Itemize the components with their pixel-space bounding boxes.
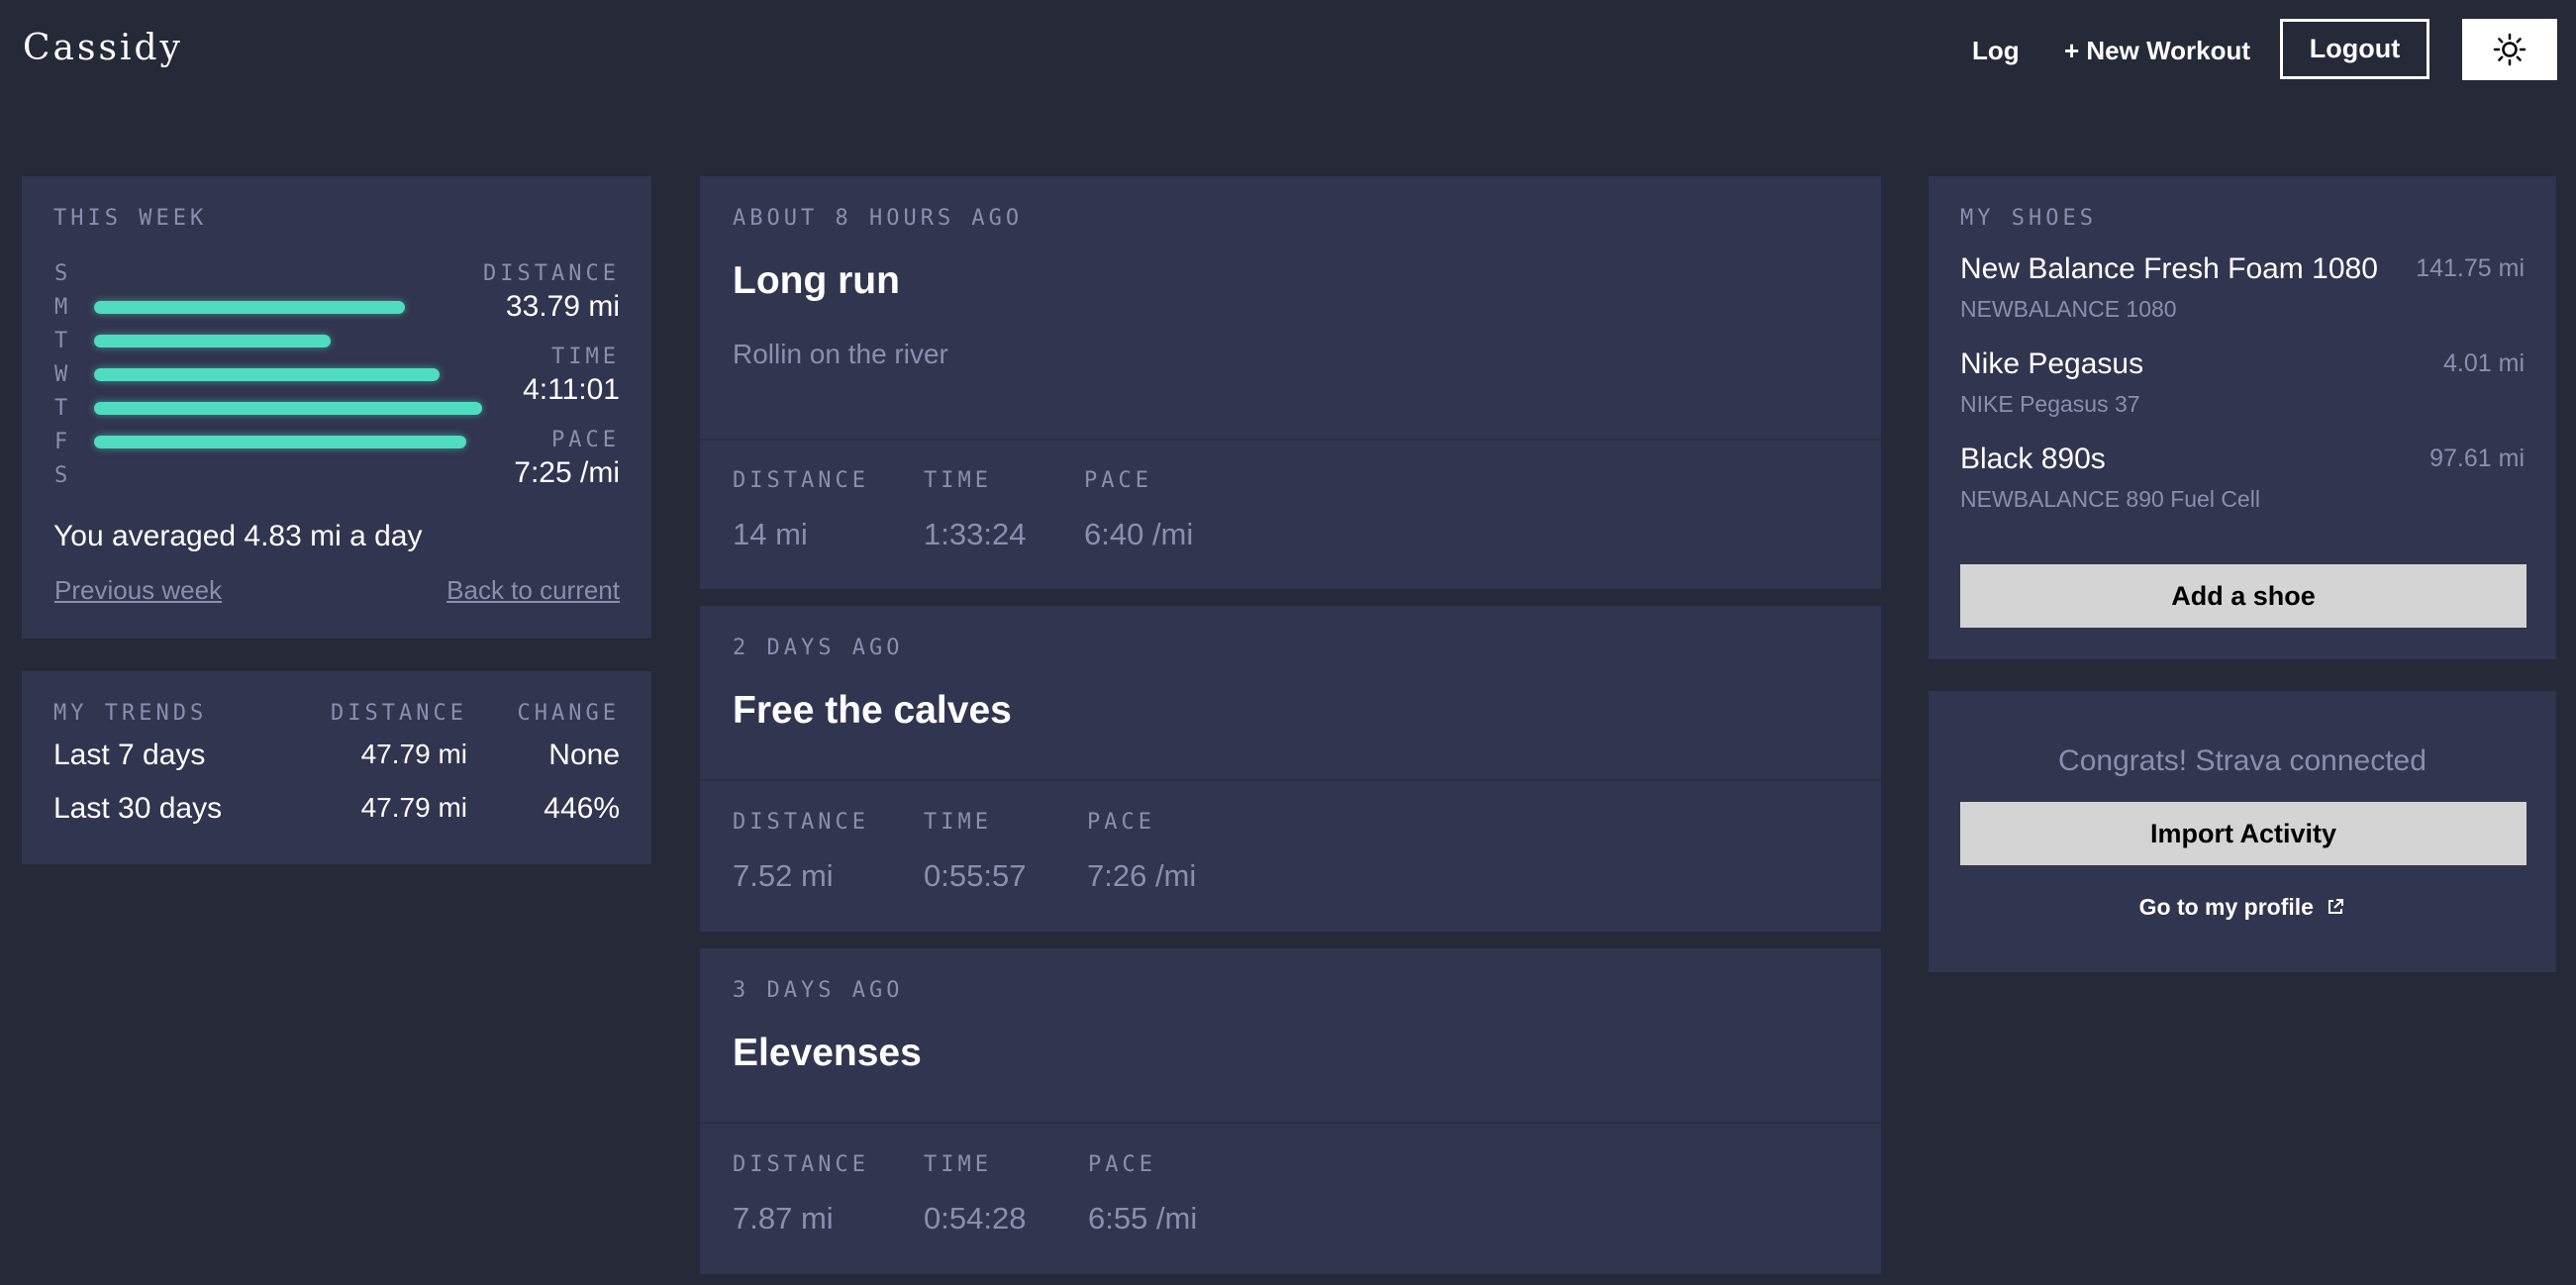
trends-title: MY TRENDS — [53, 701, 208, 726]
workout-pace-label: PACE — [1084, 468, 1152, 493]
profile-link-label: Go to my profile — [2138, 894, 2314, 920]
workout-distance-label: DISTANCE — [733, 468, 869, 493]
external-link-icon — [2328, 899, 2344, 914]
workout-distance-value: 7.87 mi — [733, 1201, 834, 1236]
trend-distance: 47.79 mi — [360, 792, 467, 823]
theme-toggle-button[interactable] — [2462, 19, 2557, 80]
weekday-distance-bar — [94, 402, 482, 415]
shoe-model: NIKE Pegasus 37 — [1960, 391, 2140, 417]
weekday-letter: S — [54, 463, 68, 488]
trends-panel: MY TRENDS DISTANCE CHANGE Last 7 days 47… — [22, 671, 651, 864]
shoe-model: NEWBALANCE 890 Fuel Cell — [1960, 486, 2260, 512]
workout-title[interactable]: Elevenses — [733, 1032, 922, 1075]
weekday-distance-bar — [94, 436, 466, 448]
workout-divider — [700, 1122, 1881, 1124]
shoe-miles: 141.75 mi — [2416, 254, 2525, 282]
workout-time-value: 1:33:24 — [924, 517, 1027, 551]
workout-title[interactable]: Long run — [733, 259, 900, 303]
shoe-model: NEWBALANCE 1080 — [1960, 296, 2177, 322]
week-time-label: TIME — [551, 345, 620, 369]
workout-time-label: TIME — [924, 1152, 992, 1177]
weekday-letter: M — [54, 295, 68, 320]
workout-pace-value: 6:40 /mi — [1084, 517, 1194, 551]
shoes-panel: MY SHOES New Balance Fresh Foam 1080 141… — [1929, 176, 2556, 659]
import-activity-button[interactable]: Import Activity — [1960, 802, 2526, 865]
trend-name: Last 30 days — [53, 792, 223, 825]
workout-title[interactable]: Free the calves — [733, 689, 1012, 733]
profile-link[interactable]: Go to my profile — [1929, 894, 2556, 921]
workout-pace-value: 6:55 /mi — [1088, 1201, 1198, 1236]
workout-divider — [700, 439, 1881, 441]
workout-time-value: 0:55:57 — [924, 858, 1027, 893]
workout-time-value: 0:54:28 — [924, 1201, 1027, 1236]
workout-card[interactable]: 2 DAYS AGO Free the calves DISTANCE TIME… — [700, 606, 1881, 932]
shoe-name[interactable]: New Balance Fresh Foam 1080 — [1960, 252, 2378, 286]
workout-distance-value: 7.52 mi — [733, 858, 834, 893]
workout-distance-label: DISTANCE — [733, 1152, 869, 1177]
add-shoe-button[interactable]: Add a shoe — [1960, 564, 2526, 628]
this-week-title: THIS WEEK — [53, 206, 208, 231]
previous-week-link[interactable]: Previous week — [54, 575, 222, 606]
shoe-miles: 97.61 mi — [2429, 445, 2525, 472]
week-average-text: You averaged 4.83 mi a day — [53, 520, 423, 552]
workout-time-label: TIME — [924, 810, 992, 835]
logout-button[interactable]: Logout — [2280, 19, 2429, 79]
new-workout-link[interactable]: + New Workout — [2064, 36, 2250, 66]
workout-time-ago: 2 DAYS AGO — [733, 636, 904, 660]
weekday-letter: W — [54, 362, 68, 387]
log-link[interactable]: Log — [1972, 36, 2020, 66]
trends-change-label: CHANGE — [517, 701, 620, 726]
week-pace-value: 7:25 /mi — [514, 456, 620, 489]
workout-pace-value: 7:26 /mi — [1087, 858, 1197, 893]
this-week-panel: THIS WEEK SMTWTFS DISTANCE 33.79 mi TIME… — [22, 176, 651, 639]
shoe-miles: 4.01 mi — [2443, 349, 2525, 377]
workout-description: Rollin on the river — [733, 339, 948, 369]
workout-pace-label: PACE — [1088, 1152, 1156, 1177]
workout-time-label: TIME — [924, 468, 992, 493]
workout-distance-label: DISTANCE — [733, 810, 869, 835]
workout-divider — [700, 779, 1881, 781]
week-distance-value: 33.79 mi — [505, 290, 620, 323]
workout-time-ago: 3 DAYS AGO — [733, 978, 904, 1003]
shoe-name[interactable]: Black 890s — [1960, 443, 2106, 476]
workout-time-ago: ABOUT 8 HOURS AGO — [733, 206, 1024, 231]
trends-distance-label: DISTANCE — [331, 701, 467, 726]
trend-name: Last 7 days — [53, 739, 206, 771]
sun-icon — [2493, 33, 2526, 66]
strava-panel: Congrats! Strava connected Import Activi… — [1929, 691, 2556, 972]
back-to-current-link[interactable]: Back to current — [446, 575, 620, 606]
strava-connected-message: Congrats! Strava connected — [2058, 744, 2427, 777]
workout-card[interactable]: ABOUT 8 HOURS AGO Long run Rollin on the… — [700, 176, 1881, 589]
trend-change: None — [548, 739, 620, 771]
weekday-distance-bar — [94, 368, 440, 381]
shoe-name[interactable]: Nike Pegasus — [1960, 347, 2143, 381]
trend-change: 446% — [544, 792, 620, 825]
weekday-letter: T — [54, 329, 68, 353]
trend-distance: 47.79 mi — [360, 739, 467, 769]
workout-card[interactable]: 3 DAYS AGO Elevenses DISTANCE TIME PACE … — [700, 948, 1881, 1274]
workout-distance-value: 14 mi — [733, 517, 808, 551]
weekday-letter: S — [54, 261, 68, 286]
week-distance-label: DISTANCE — [483, 261, 620, 286]
workout-pace-label: PACE — [1087, 810, 1155, 835]
shoes-title: MY SHOES — [1960, 206, 2097, 231]
weekday-distance-bar — [94, 335, 331, 347]
week-time-value: 4:11:01 — [523, 373, 620, 406]
week-pace-label: PACE — [551, 428, 620, 452]
logo[interactable]: Cassidy — [23, 28, 183, 68]
weekday-letter: T — [54, 396, 68, 421]
weekday-distance-bar — [94, 301, 405, 314]
weekday-letter: F — [54, 430, 68, 454]
